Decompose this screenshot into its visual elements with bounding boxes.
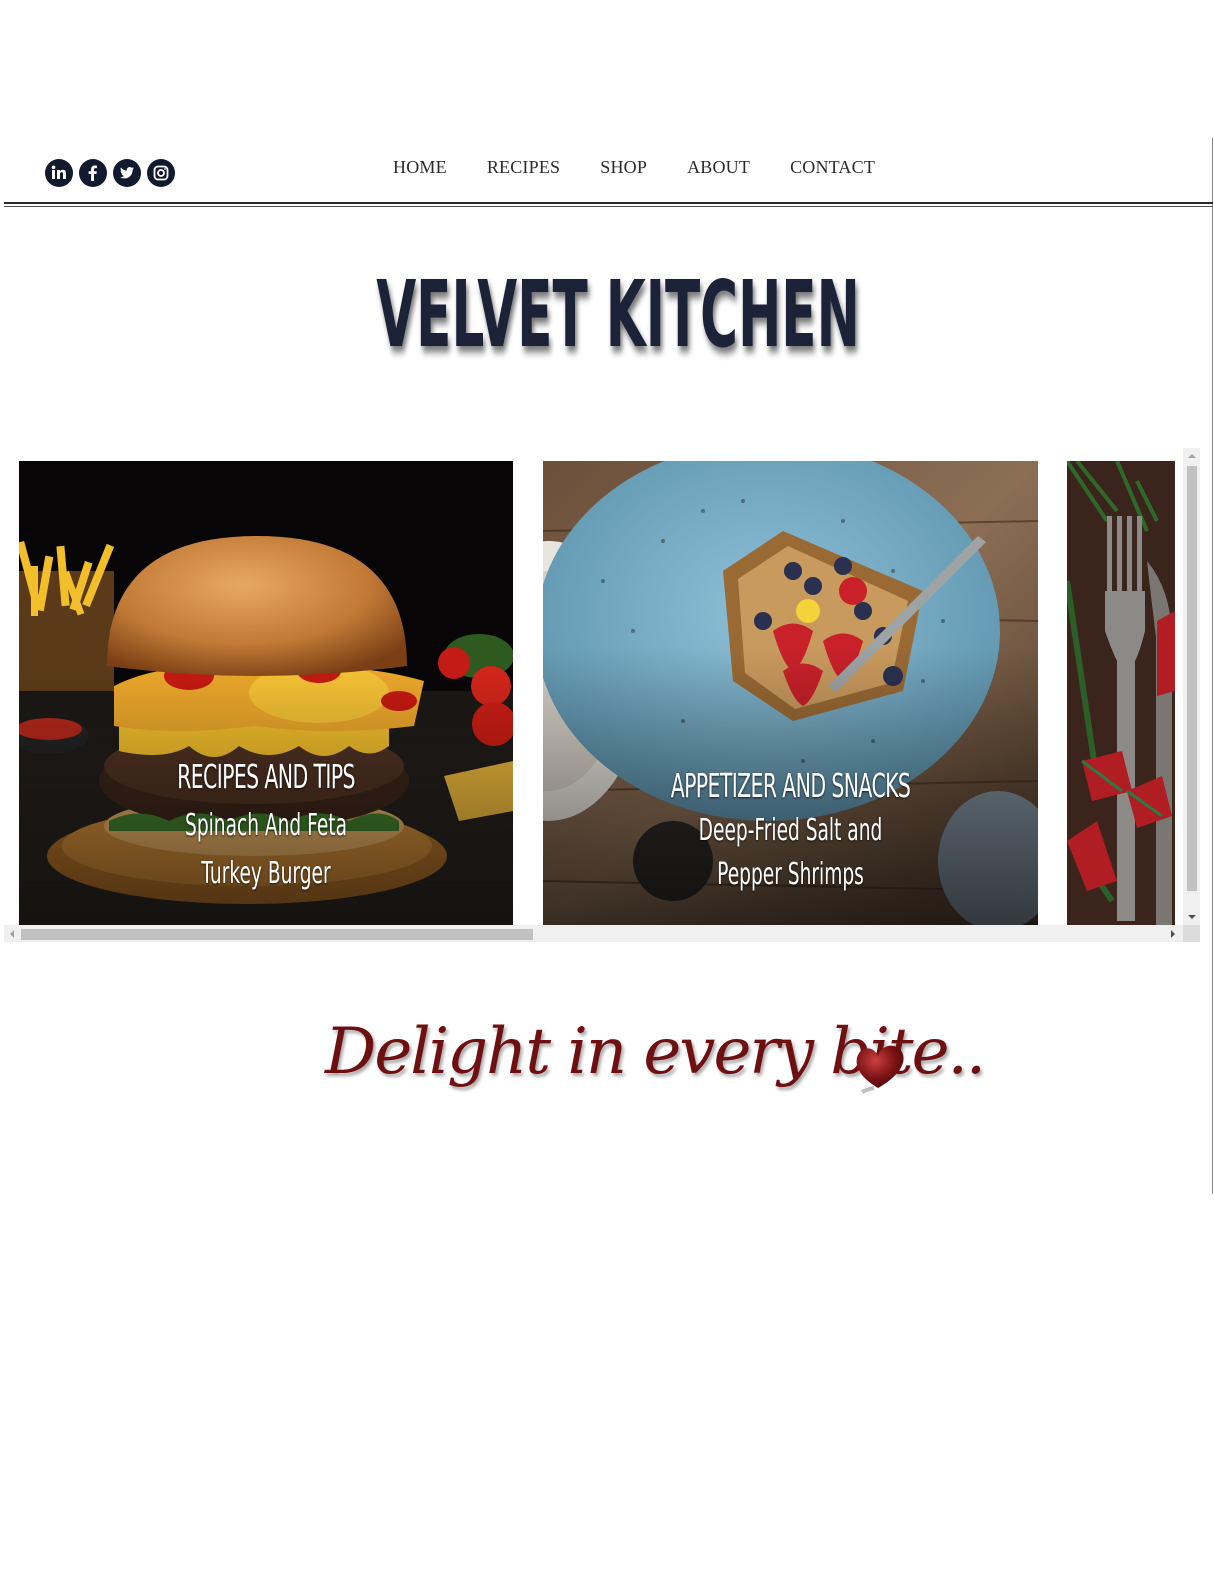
facebook-icon[interactable] <box>79 159 107 187</box>
carousel-card-holiday[interactable] <box>1067 461 1175 927</box>
header-divider <box>4 202 1213 204</box>
card-caption: APPETIZER AND SNACKS Deep-Fried Salt and… <box>543 766 1038 897</box>
card-category: RECIPES AND TIPS <box>177 757 355 796</box>
card-title-line2: Pepper Shrimps <box>717 857 864 892</box>
nav-about[interactable]: ABOUT <box>687 157 750 178</box>
nav-contact[interactable]: CONTACT <box>790 157 875 178</box>
nav-shop[interactable]: SHOP <box>600 157 647 178</box>
page-edge <box>1212 138 1213 1194</box>
horizontal-scroll-thumb[interactable] <box>21 929 533 940</box>
scroll-left-arrow-icon[interactable] <box>10 930 14 938</box>
scroll-corner <box>1183 925 1200 942</box>
header-divider-thin <box>4 206 1213 207</box>
holiday-image <box>1067 461 1175 927</box>
scroll-down-arrow-icon[interactable] <box>1188 915 1196 919</box>
nav-home[interactable]: HOME <box>393 157 447 178</box>
recipe-carousel[interactable]: RECIPES AND TIPS Spinach And Feta Turkey… <box>4 446 1204 948</box>
twitter-icon[interactable] <box>113 159 141 187</box>
card-category: APPETIZER AND SNACKS <box>670 766 911 805</box>
site-logo[interactable]: VELVET KITCHEN <box>368 258 868 368</box>
social-links <box>45 159 175 187</box>
scroll-up-arrow-icon[interactable] <box>1188 454 1196 458</box>
logo-text: VELVET KITCHEN <box>376 262 860 368</box>
vertical-scroll-thumb[interactable] <box>1187 466 1197 891</box>
instagram-icon[interactable] <box>147 159 175 187</box>
card-title-line1: Deep-Fried Salt and <box>698 813 883 848</box>
scroll-right-arrow-icon[interactable] <box>1171 930 1175 938</box>
heart-icon <box>856 1045 904 1094</box>
carousel-card-burger[interactable]: RECIPES AND TIPS Spinach And Feta Turkey… <box>19 461 513 927</box>
card-title-line1: Spinach And Feta <box>185 808 347 843</box>
main-nav: HOME RECIPES SHOP ABOUT CONTACT <box>393 157 875 178</box>
linkedin-icon[interactable] <box>45 159 73 187</box>
carousel-vertical-scrollbar[interactable] <box>1183 448 1200 925</box>
nav-recipes[interactable]: RECIPES <box>487 157 560 178</box>
card-title-line2: Turkey Burger <box>201 856 331 891</box>
carousel-horizontal-scrollbar[interactable] <box>4 925 1183 942</box>
carousel-card-appetizer[interactable]: APPETIZER AND SNACKS Deep-Fried Salt and… <box>543 461 1038 927</box>
card-caption: RECIPES AND TIPS Spinach And Feta Turkey… <box>19 757 513 898</box>
